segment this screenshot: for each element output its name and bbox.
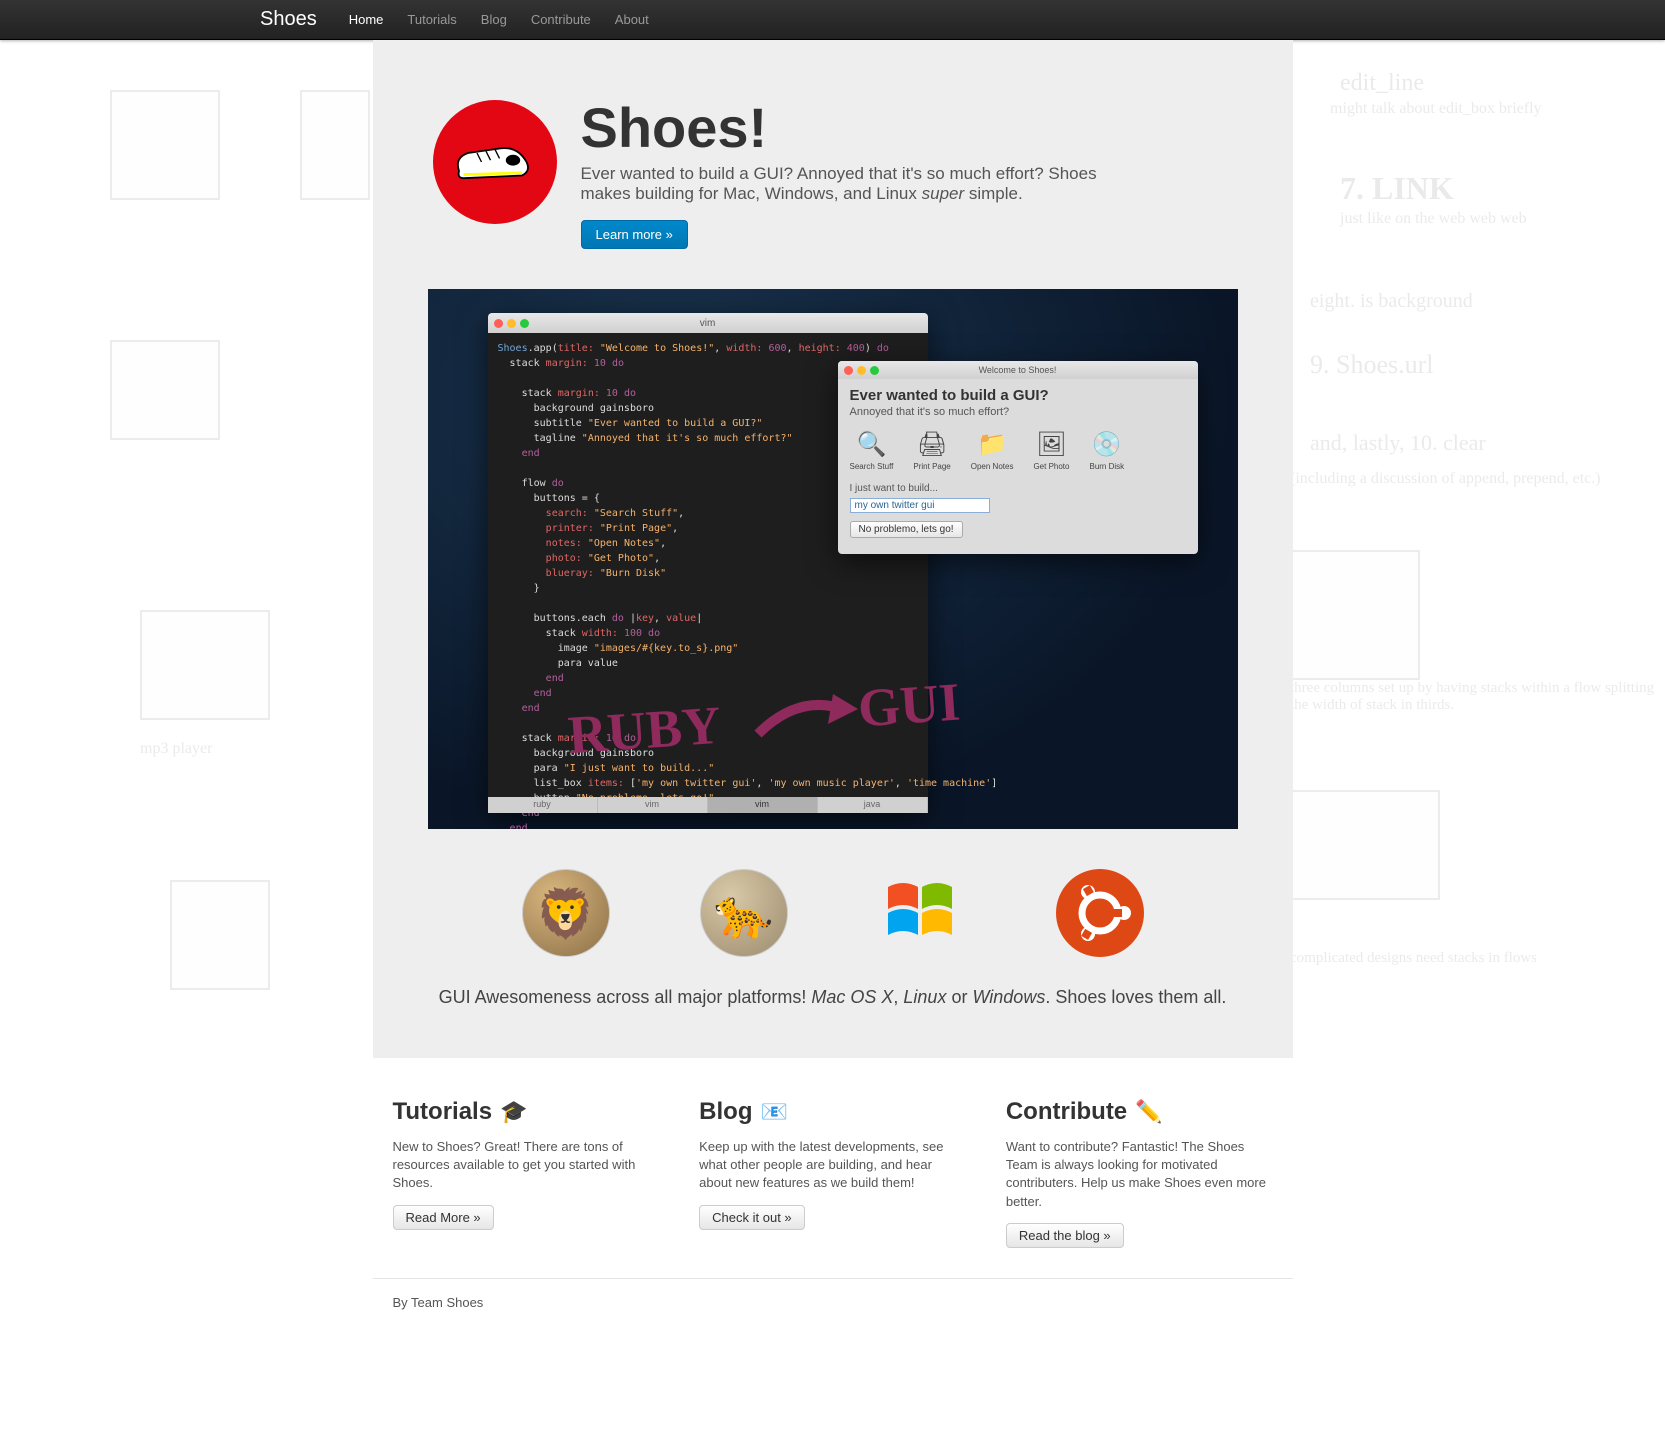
gui-handwriting: GUI: [855, 671, 961, 740]
search-icon: 🔍: [855, 428, 887, 460]
tab-vim1: vim: [598, 797, 708, 813]
gui-icon-disk: 💿Burn Disk: [1089, 428, 1124, 471]
shoes-logo: [433, 100, 557, 224]
graduation-cap-icon: 🎓: [500, 1099, 527, 1125]
col-text: Want to contribute? Fantastic! The Shoes…: [1006, 1138, 1273, 1211]
ubuntu-icon: [1056, 869, 1144, 957]
gui-icon-printer: 🖨Print Page: [913, 428, 950, 471]
col-title: Tutorials: [393, 1098, 493, 1126]
gui-titlebar: Welcome to Shoes!: [838, 361, 1198, 379]
pencil-cross-icon: ✏️: [1135, 1099, 1162, 1125]
gui-demo-window: Welcome to Shoes! Ever wanted to build a…: [838, 361, 1198, 554]
gui-heading: Ever wanted to build a GUI?: [850, 387, 1186, 404]
gui-icon-row: 🔍Search Stuff 🖨Print Page 📁Open Notes 🖼G…: [850, 428, 1186, 471]
read-more-button[interactable]: Read More »: [393, 1205, 494, 1230]
read-blog-button[interactable]: Read the blog »: [1006, 1223, 1124, 1248]
gui-listbox: my own twitter gui: [850, 498, 990, 513]
footer: By Team Shoes: [373, 1278, 1293, 1310]
gui-icon-notes: 📁Open Notes: [971, 428, 1014, 471]
hero: Shoes! Ever wanted to build a GUI? Annoy…: [373, 40, 1293, 1058]
editor-titlebar: vim: [488, 313, 928, 333]
gui-label: I just want to build...: [850, 483, 1186, 494]
platform-icons: 🦁 🐆: [413, 869, 1253, 957]
windows-icon: [878, 869, 966, 957]
nav-tutorials[interactable]: Tutorials: [395, 2, 468, 37]
gui-icon-photo: 🖼Get Photo: [1033, 428, 1069, 471]
tab-ruby: ruby: [488, 797, 598, 813]
col-blog: Blog 📧 Keep up with the latest developme…: [699, 1098, 966, 1248]
screenshot-showcase: vim Shoes.app(title: "Welcome to Shoes!"…: [428, 289, 1238, 829]
nav-blog[interactable]: Blog: [469, 2, 519, 37]
tab-java: java: [818, 797, 928, 813]
feature-columns: Tutorials 🎓 New to Shoes? Great! There a…: [373, 1098, 1293, 1248]
disk-icon: 💿: [1091, 428, 1123, 460]
platform-tagline: GUI Awesomeness across all major platfor…: [413, 987, 1253, 1008]
hero-lead: Ever wanted to build a GUI? Annoyed that…: [581, 164, 1141, 204]
hero-title: Shoes!: [581, 100, 1141, 156]
gui-window-title: Welcome to Shoes!: [979, 365, 1057, 375]
learn-more-button[interactable]: Learn more »: [581, 220, 688, 249]
editor-tabbar: ruby vim vim java: [488, 797, 928, 813]
editor-title: vim: [700, 318, 716, 329]
col-tutorials: Tutorials 🎓 New to Shoes? Great! There a…: [393, 1098, 660, 1248]
col-contribute: Contribute ✏️ Want to contribute? Fantas…: [1006, 1098, 1273, 1248]
shoe-icon: [450, 132, 540, 192]
col-text: New to Shoes? Great! There are tons of r…: [393, 1138, 660, 1193]
arrow-icon: [748, 684, 868, 754]
gui-subheading: Annoyed that it's so much effort?: [850, 406, 1186, 418]
nav-contribute[interactable]: Contribute: [519, 2, 603, 37]
ruby-handwriting: RUBY: [566, 694, 723, 767]
traffic-lights: [844, 366, 879, 375]
photo-icon: 🖼: [1035, 428, 1067, 460]
col-text: Keep up with the latest developments, se…: [699, 1138, 966, 1193]
macos-mountain-lion-icon: 🐆: [700, 869, 788, 957]
macos-lion-icon: 🦁: [522, 869, 610, 957]
col-title: Contribute: [1006, 1098, 1127, 1126]
nav-home[interactable]: Home: [337, 2, 396, 37]
envelope-icon: 📧: [761, 1099, 788, 1125]
printer-icon: 🖨: [916, 428, 948, 460]
nav-about[interactable]: About: [603, 2, 661, 37]
folder-icon: 📁: [976, 428, 1008, 460]
gui-go-button: No problemo, lets go!: [850, 521, 963, 538]
brand[interactable]: Shoes: [260, 8, 317, 31]
traffic-lights: [494, 319, 529, 328]
footer-text: By Team Shoes: [393, 1295, 484, 1310]
check-it-out-button[interactable]: Check it out »: [699, 1205, 805, 1230]
gui-icon-search: 🔍Search Stuff: [850, 428, 894, 471]
tab-vim2: vim: [708, 797, 818, 813]
navbar: Shoes Home Tutorials Blog Contribute Abo…: [0, 0, 1665, 40]
col-title: Blog: [699, 1098, 752, 1126]
